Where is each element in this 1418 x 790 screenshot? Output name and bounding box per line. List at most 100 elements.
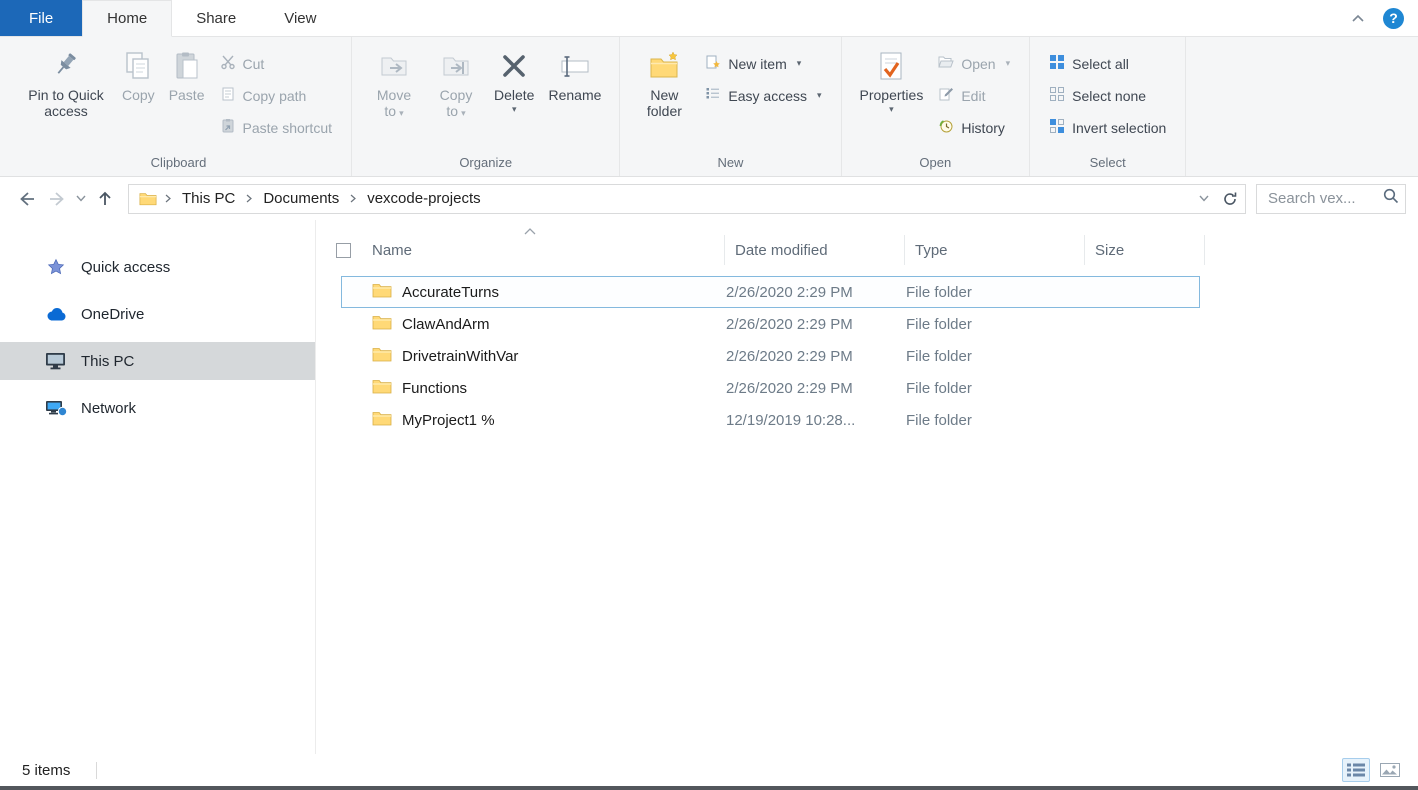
edit-button-label: Edit [961, 88, 985, 104]
easy-access-button[interactable]: Easy access ▾ [698, 81, 828, 110]
search-icon[interactable] [1383, 188, 1399, 209]
clipboard-small-buttons: Cut Copy path Paste shortcut [213, 43, 340, 145]
rename-button[interactable]: Rename [542, 43, 607, 105]
sidebar-item-label: Quick access [81, 259, 170, 276]
select-none-button[interactable]: Select none [1042, 81, 1173, 110]
column-header-name-label: Name [372, 242, 412, 259]
tab-home[interactable]: Home [82, 0, 172, 37]
file-date-modified: 12/19/2019 10:28... [726, 412, 906, 429]
dropdown-arrow-icon: ▾ [797, 58, 802, 69]
tab-share[interactable]: Share [172, 0, 260, 36]
cut-button-label: Cut [243, 56, 265, 72]
column-header-type-label: Type [915, 242, 948, 259]
invert-selection-button[interactable]: Invert selection [1042, 113, 1173, 142]
sidebar-item-label: This PC [81, 353, 134, 370]
select-all-checkbox[interactable] [336, 243, 351, 258]
file-date-modified: 2/26/2020 2:29 PM [726, 316, 906, 333]
dropdown-arrow-icon: ▾ [512, 104, 517, 115]
copy-icon [122, 48, 154, 84]
pin-to-quick-access-button[interactable]: Pin to Quick access [18, 43, 114, 121]
folder-icon [372, 410, 392, 430]
up-button[interactable] [90, 184, 120, 214]
sidebar-item-this-pc[interactable]: This PC [0, 342, 315, 380]
this-pc-monitor-icon [44, 352, 68, 370]
column-header-name[interactable]: Name [316, 235, 725, 265]
file-row-myproject1[interactable]: MyProject1 % 12/19/2019 10:28... File fo… [341, 404, 1200, 436]
help-icon[interactable]: ? [1383, 8, 1404, 29]
collapse-ribbon-icon[interactable] [1347, 7, 1369, 29]
sidebar-item-network[interactable]: Network [0, 389, 315, 427]
clipboard-group-content: Pin to Quick access Copy Paste [10, 37, 347, 149]
paste-button[interactable]: Paste [163, 43, 211, 105]
new-folder-button[interactable]: New folder [632, 43, 696, 121]
organize-group-label: Organize [356, 149, 615, 176]
file-name-cell: MyProject1 % [342, 410, 726, 430]
file-name: Functions [402, 380, 467, 397]
file-row-drivetrainwithvar[interactable]: DrivetrainWithVar 2/26/2020 2:29 PM File… [341, 340, 1200, 372]
delete-icon [499, 48, 529, 84]
move-to-icon [378, 48, 410, 84]
select-small-buttons: Select all Select none Invert selection [1042, 43, 1173, 145]
ribbon-group-select: Select all Select none Invert selection [1030, 37, 1186, 176]
ribbon-group-organize: Move to▾ Copy to▾ Delete ▾ [352, 37, 620, 176]
file-name-cell: Functions [342, 378, 726, 398]
open-button[interactable]: Open ▾ [931, 49, 1017, 78]
breadcrumb-vexcode-projects[interactable]: vexcode-projects [358, 185, 489, 213]
address-dropdown-icon[interactable] [1191, 185, 1217, 213]
file-row-clawandarm[interactable]: ClawAndArm 2/26/2020 2:29 PM File folder [341, 308, 1200, 340]
paste-shortcut-button[interactable]: Paste shortcut [213, 113, 340, 142]
sort-ascending-icon[interactable] [524, 222, 536, 240]
select-group-label: Select [1034, 149, 1181, 176]
pin-button-label: Pin to Quick access [24, 87, 108, 119]
address-bar[interactable]: This PC Documents vexcode-projects [128, 184, 1246, 214]
recent-locations-chevron-icon[interactable] [72, 184, 90, 214]
copy-path-button-label: Copy path [243, 88, 307, 104]
file-row-accurateturns[interactable]: AccurateTurns 2/26/2020 2:29 PM File fol… [341, 276, 1200, 308]
copy-button[interactable]: Copy [116, 43, 161, 105]
column-header-date-modified[interactable]: Date modified [725, 235, 905, 265]
tab-view[interactable]: View [260, 0, 340, 36]
dropdown-arrow-icon: ▾ [1006, 58, 1011, 69]
delete-button-label: Delete [494, 87, 534, 103]
copy-path-button[interactable]: Copy path [213, 81, 340, 110]
new-item-button[interactable]: New item ▾ [698, 49, 828, 78]
history-button[interactable]: History [931, 113, 1017, 142]
open-button-label: Open [961, 56, 995, 72]
cut-button[interactable]: Cut [213, 49, 340, 78]
network-icon [44, 400, 68, 417]
back-button[interactable] [12, 184, 42, 214]
refresh-icon[interactable] [1217, 185, 1243, 213]
file-name: ClawAndArm [402, 316, 490, 333]
copy-to-button[interactable]: Copy to▾ [426, 43, 486, 123]
search-box[interactable] [1256, 184, 1406, 214]
new-folder-button-label: New folder [638, 87, 690, 119]
breadcrumb-documents[interactable]: Documents [254, 185, 348, 213]
file-name: AccurateTurns [402, 284, 499, 301]
delete-button[interactable]: Delete ▾ [488, 43, 540, 117]
forward-button[interactable] [42, 184, 72, 214]
item-count: 5 items [22, 762, 70, 779]
sidebar-item-quick-access[interactable]: Quick access [0, 248, 315, 286]
properties-button[interactable]: Properties ▾ [854, 43, 930, 117]
search-input[interactable] [1266, 189, 1383, 208]
onedrive-cloud-icon [44, 307, 68, 321]
sidebar-item-onedrive[interactable]: OneDrive [0, 295, 315, 333]
breadcrumb-separator-icon [244, 194, 254, 203]
file-type: File folder [906, 348, 1086, 365]
edit-button[interactable]: Edit [931, 81, 1017, 110]
column-header-type[interactable]: Type [905, 235, 1085, 265]
large-icons-view-button[interactable] [1376, 758, 1404, 782]
select-all-button[interactable]: Select all [1042, 49, 1173, 78]
tab-file[interactable]: File [0, 0, 82, 36]
column-header-size[interactable]: Size [1085, 235, 1205, 265]
file-name-cell: DrivetrainWithVar [342, 346, 726, 366]
move-to-button[interactable]: Move to▾ [364, 43, 424, 123]
quick-access-star-icon [44, 258, 68, 276]
file-row-functions[interactable]: Functions 2/26/2020 2:29 PM File folder [341, 372, 1200, 404]
select-none-icon [1049, 86, 1065, 105]
easy-access-icon [705, 86, 721, 105]
breadcrumb-this-pc[interactable]: This PC [173, 185, 244, 213]
file-list-pane: Name Date modified Type Size AccurateTur… [316, 220, 1418, 754]
new-folder-icon [648, 48, 680, 84]
details-view-button[interactable] [1342, 758, 1370, 782]
